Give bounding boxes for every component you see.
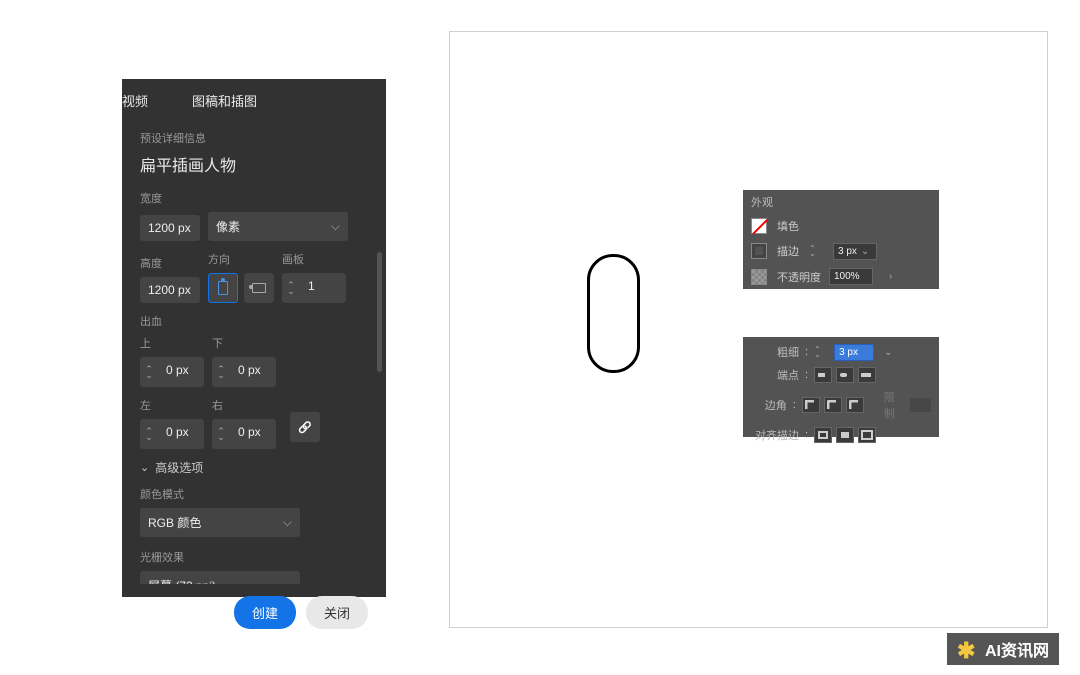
- category-tabs: 视频 图稿和插图: [122, 79, 386, 122]
- bleed-bottom-stepper[interactable]: [212, 357, 230, 387]
- align-outside-button[interactable]: [858, 427, 876, 443]
- weight-chevron-icon[interactable]: ⌄: [884, 347, 892, 358]
- raster-effects-select[interactable]: 屏幕 (72 ppi): [140, 571, 300, 584]
- align-stroke-label: 对齐描边: [751, 427, 799, 443]
- align-inside-button[interactable]: [836, 427, 854, 443]
- tab-illustration[interactable]: 图稿和插图: [192, 91, 257, 110]
- orientation-landscape-button[interactable]: [244, 273, 274, 303]
- cap-butt-button[interactable]: [814, 367, 832, 383]
- units-select[interactable]: 像素: [208, 212, 348, 241]
- scrollbar-thumb[interactable]: [377, 252, 382, 372]
- link-icon: [298, 420, 312, 434]
- bleed-top-stepper[interactable]: [140, 357, 158, 387]
- cap-projecting-button[interactable]: [858, 367, 876, 383]
- artboards-input[interactable]: 1: [300, 273, 346, 303]
- stroke-panel: 粗细: 3 px ⌄ 端点: 边角: 限制 对齐描边:: [743, 337, 939, 437]
- stroke-label: 描边: [777, 243, 799, 259]
- fill-swatch-none-icon[interactable]: [751, 218, 767, 234]
- corner-label: 边角: [751, 397, 787, 413]
- bleed-label: 出血: [140, 313, 368, 329]
- weight-input[interactable]: 3 px: [834, 344, 874, 361]
- corner-bevel-button[interactable]: [846, 397, 864, 413]
- flower-icon: [957, 638, 979, 660]
- chevron-down-icon[interactable]: ⌄: [861, 246, 869, 257]
- bleed-left-input[interactable]: 0 px: [158, 419, 204, 449]
- opacity-swatch-icon[interactable]: [751, 269, 767, 285]
- orientation-label: 方向: [208, 251, 274, 267]
- preset-details: 预设详细信息 扁平插画人物 宽度 1200 px 像素 高度 1200 px 方…: [122, 122, 386, 584]
- bleed-right-label: 右: [212, 397, 276, 413]
- preset-detail-label: 预设详细信息: [140, 130, 368, 146]
- stroke-weight-stepper[interactable]: [809, 242, 823, 260]
- bleed-bottom-label: 下: [212, 335, 276, 351]
- cap-label: 端点: [751, 367, 799, 383]
- artboards-stepper[interactable]: [282, 273, 300, 303]
- bleed-link-button[interactable]: [290, 412, 320, 442]
- opacity-row[interactable]: 不透明度 100% ›: [743, 264, 939, 289]
- corner-miter-button[interactable]: [802, 397, 820, 413]
- dialog-buttons: 创建 关闭: [122, 584, 386, 629]
- orientation-portrait-button[interactable]: [208, 273, 238, 303]
- stroke-row[interactable]: 描边 3 px⌄: [743, 238, 939, 264]
- width-input[interactable]: 1200 px: [140, 215, 200, 241]
- width-label: 宽度: [140, 190, 368, 206]
- bleed-right-stepper[interactable]: [212, 419, 230, 449]
- fill-row[interactable]: 填色: [743, 214, 939, 238]
- bleed-top-input[interactable]: 0 px: [158, 357, 204, 387]
- raster-effects-label: 光栅效果: [140, 549, 368, 565]
- stroke-weight-input[interactable]: 3 px⌄: [833, 243, 877, 260]
- height-input[interactable]: 1200 px: [140, 277, 200, 303]
- watermark-text: AI资讯网: [985, 637, 1049, 661]
- preset-title: 扁平插画人物: [140, 152, 368, 176]
- limit-input[interactable]: [910, 398, 931, 412]
- limit-label: 限制: [884, 389, 900, 421]
- color-mode-label: 颜色模式: [140, 486, 368, 502]
- rounded-rectangle-shape[interactable]: [587, 254, 640, 373]
- artboard-canvas[interactable]: [449, 31, 1048, 628]
- bleed-bottom-input[interactable]: 0 px: [230, 357, 276, 387]
- cap-round-button[interactable]: [836, 367, 854, 383]
- appearance-panel-title: 外观: [743, 190, 939, 214]
- corner-round-button[interactable]: [824, 397, 842, 413]
- opacity-input[interactable]: 100%: [829, 268, 873, 285]
- artboards-label: 画板: [282, 251, 346, 267]
- bleed-right-input[interactable]: 0 px: [230, 419, 276, 449]
- height-label: 高度: [140, 255, 200, 271]
- weight-stepper[interactable]: [814, 343, 828, 361]
- close-button[interactable]: 关闭: [306, 596, 368, 629]
- bleed-left-label: 左: [140, 397, 204, 413]
- opacity-label: 不透明度: [777, 269, 821, 285]
- fill-label: 填色: [777, 218, 799, 234]
- opacity-expand-icon[interactable]: ›: [889, 271, 892, 282]
- tab-video[interactable]: 视频: [122, 91, 148, 110]
- align-center-button[interactable]: [814, 427, 832, 443]
- create-button[interactable]: 创建: [234, 596, 296, 629]
- stroke-swatch-icon[interactable]: [751, 243, 767, 259]
- color-mode-select[interactable]: RGB 颜色: [140, 508, 300, 537]
- weight-label: 粗细: [751, 344, 799, 360]
- new-document-panel: 视频 图稿和插图 预设详细信息 扁平插画人物 宽度 1200 px 像素 高度 …: [122, 79, 386, 597]
- appearance-panel: 外观 填色 描边 3 px⌄ 不透明度 100% ›: [743, 190, 939, 289]
- advanced-options-toggle[interactable]: 高级选项: [140, 459, 368, 476]
- watermark: AI资讯网: [947, 633, 1059, 665]
- bleed-top-label: 上: [140, 335, 204, 351]
- bleed-left-stepper[interactable]: [140, 419, 158, 449]
